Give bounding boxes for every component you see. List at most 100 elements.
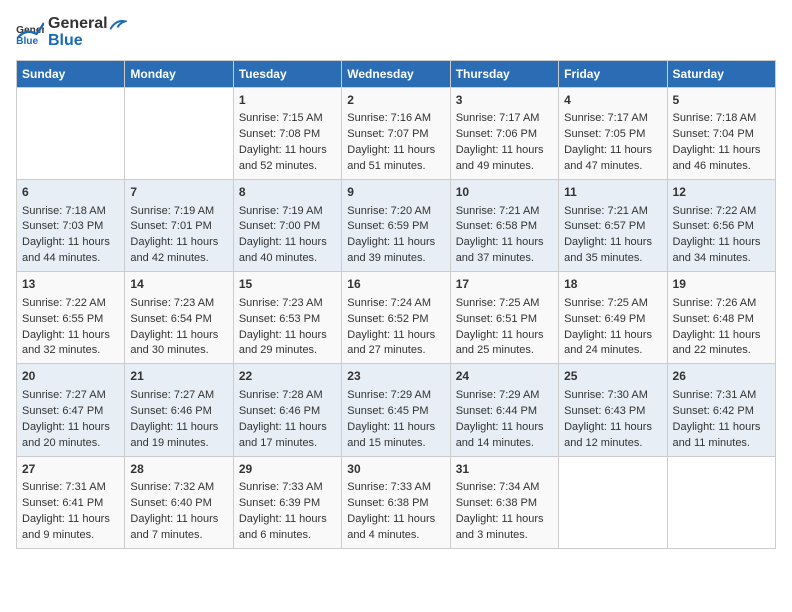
daylight-text: Daylight: 11 hours and 39 minutes.	[347, 235, 444, 267]
day-number: 27	[22, 461, 119, 478]
sunset-text: Sunset: 7:08 PM	[239, 127, 336, 143]
calendar-cell: 19Sunrise: 7:26 AMSunset: 6:48 PMDayligh…	[667, 272, 775, 364]
day-header-sunday: Sunday	[17, 61, 125, 88]
day-number: 13	[22, 276, 119, 293]
daylight-text: Daylight: 11 hours and 35 minutes.	[564, 235, 661, 267]
calendar-cell: 8Sunrise: 7:19 AMSunset: 7:00 PMDaylight…	[233, 180, 341, 272]
sunrise-text: Sunrise: 7:19 AM	[239, 204, 336, 220]
daylight-text: Daylight: 11 hours and 25 minutes.	[456, 328, 553, 360]
daylight-text: Daylight: 11 hours and 46 minutes.	[673, 143, 770, 175]
daylight-text: Daylight: 11 hours and 32 minutes.	[22, 328, 119, 360]
sunset-text: Sunset: 6:58 PM	[456, 219, 553, 235]
sunrise-text: Sunrise: 7:29 AM	[347, 388, 444, 404]
sunrise-text: Sunrise: 7:27 AM	[22, 388, 119, 404]
daylight-text: Daylight: 11 hours and 34 minutes.	[673, 235, 770, 267]
day-header-row: SundayMondayTuesdayWednesdayThursdayFrid…	[17, 61, 776, 88]
sunset-text: Sunset: 7:07 PM	[347, 127, 444, 143]
sunset-text: Sunset: 6:57 PM	[564, 219, 661, 235]
page-header: General Blue General Blue	[16, 16, 776, 50]
sunrise-text: Sunrise: 7:34 AM	[456, 480, 553, 496]
sunset-text: Sunset: 6:46 PM	[130, 404, 227, 420]
daylight-text: Daylight: 11 hours and 9 minutes.	[22, 512, 119, 544]
logo-bird-icon	[109, 17, 127, 31]
day-number: 26	[673, 368, 770, 385]
daylight-text: Daylight: 11 hours and 17 minutes.	[239, 420, 336, 452]
sunset-text: Sunset: 6:39 PM	[239, 496, 336, 512]
sunset-text: Sunset: 6:45 PM	[347, 404, 444, 420]
daylight-text: Daylight: 11 hours and 49 minutes.	[456, 143, 553, 175]
sunrise-text: Sunrise: 7:16 AM	[347, 111, 444, 127]
calendar-cell	[125, 88, 233, 180]
day-number: 4	[564, 92, 661, 109]
sunset-text: Sunset: 6:56 PM	[673, 219, 770, 235]
calendar-cell: 14Sunrise: 7:23 AMSunset: 6:54 PMDayligh…	[125, 272, 233, 364]
sunrise-text: Sunrise: 7:17 AM	[456, 111, 553, 127]
sunrise-text: Sunrise: 7:25 AM	[456, 296, 553, 312]
logo-icon: General Blue	[16, 21, 44, 45]
calendar-cell: 2Sunrise: 7:16 AMSunset: 7:07 PMDaylight…	[342, 88, 450, 180]
day-number: 24	[456, 368, 553, 385]
calendar-cell: 4Sunrise: 7:17 AMSunset: 7:05 PMDaylight…	[559, 88, 667, 180]
calendar-cell: 9Sunrise: 7:20 AMSunset: 6:59 PMDaylight…	[342, 180, 450, 272]
calendar-cell: 16Sunrise: 7:24 AMSunset: 6:52 PMDayligh…	[342, 272, 450, 364]
daylight-text: Daylight: 11 hours and 40 minutes.	[239, 235, 336, 267]
sunset-text: Sunset: 6:38 PM	[456, 496, 553, 512]
calendar-cell: 26 Sunrise: 7:31 AMSunset: 6:42 PMDayligh…	[667, 364, 775, 456]
sunrise-text: Sunrise: 7:18 AM	[22, 204, 119, 220]
sunrise-text: Sunrise: 7:24 AM	[347, 296, 444, 312]
sunrise-text: Sunrise: 7:31 AM	[673, 388, 770, 404]
calendar-cell: 21Sunrise: 7:27 AMSunset: 6:46 PMDayligh…	[125, 364, 233, 456]
sunrise-text: Sunrise: 7:17 AM	[564, 111, 661, 127]
day-number: 19	[673, 276, 770, 293]
calendar-cell: 6Sunrise: 7:18 AMSunset: 7:03 PMDaylight…	[17, 180, 125, 272]
sunset-text: Sunset: 6:55 PM	[22, 312, 119, 328]
daylight-text: Daylight: 11 hours and 52 minutes.	[239, 143, 336, 175]
sunrise-text: Sunrise: 7:22 AM	[673, 204, 770, 220]
day-number: 16	[347, 276, 444, 293]
daylight-text: Daylight: 11 hours and 12 minutes.	[564, 420, 661, 452]
calendar-cell: 23Sunrise: 7:29 AMSunset: 6:45 PMDayligh…	[342, 364, 450, 456]
day-number: 17	[456, 276, 553, 293]
sunset-text: Sunset: 6:59 PM	[347, 219, 444, 235]
calendar-cell: 5Sunrise: 7:18 AMSunset: 7:04 PMDaylight…	[667, 88, 775, 180]
sunrise-text: Sunrise: 7:31 AM	[22, 480, 119, 496]
daylight-text: Daylight: 11 hours and 29 minutes.	[239, 328, 336, 360]
daylight-text: Daylight: 11 hours and 15 minutes.	[347, 420, 444, 452]
sunset-text: Sunset: 6:52 PM	[347, 312, 444, 328]
week-row-1: 1Sunrise: 7:15 AMSunset: 7:08 PMDaylight…	[17, 88, 776, 180]
daylight-text: Daylight: 11 hours and 7 minutes.	[130, 512, 227, 544]
week-row-2: 6Sunrise: 7:18 AMSunset: 7:03 PMDaylight…	[17, 180, 776, 272]
day-number: 22	[239, 368, 336, 385]
sunrise-text: Sunrise: 7:20 AM	[347, 204, 444, 220]
sunset-text: Sunset: 6:44 PM	[456, 404, 553, 420]
day-number: 28	[130, 461, 227, 478]
day-header-saturday: Saturday	[667, 61, 775, 88]
sunrise-text: Sunrise: 7:18 AM	[673, 111, 770, 127]
daylight-text: Daylight: 11 hours and 14 minutes.	[456, 420, 553, 452]
daylight-text: Daylight: 11 hours and 47 minutes.	[564, 143, 661, 175]
sunset-text: Sunset: 6:54 PM	[130, 312, 227, 328]
sunset-text: Sunset: 6:42 PM	[673, 404, 770, 420]
day-number: 25	[564, 368, 661, 385]
sunrise-text: Sunrise: 7:33 AM	[347, 480, 444, 496]
calendar-cell: 3 Sunrise: 7:17 AMSunset: 7:06 PMDaylight…	[450, 88, 558, 180]
sunrise-text: Sunrise: 7:22 AM	[22, 296, 119, 312]
daylight-text: Daylight: 11 hours and 19 minutes.	[130, 420, 227, 452]
day-number: 3	[456, 92, 553, 109]
sunset-text: Sunset: 7:06 PM	[456, 127, 553, 143]
day-header-friday: Friday	[559, 61, 667, 88]
daylight-text: Daylight: 11 hours and 3 minutes.	[456, 512, 553, 544]
logo: General Blue General Blue	[16, 16, 128, 50]
sunrise-text: Sunrise: 7:21 AM	[456, 204, 553, 220]
day-number: 2	[347, 92, 444, 109]
daylight-text: Daylight: 11 hours and 42 minutes.	[130, 235, 227, 267]
calendar-cell: 11Sunrise: 7:21 AMSunset: 6:57 PMDayligh…	[559, 180, 667, 272]
sunrise-text: Sunrise: 7:25 AM	[564, 296, 661, 312]
sunrise-text: Sunrise: 7:27 AM	[130, 388, 227, 404]
daylight-text: Daylight: 11 hours and 11 minutes.	[673, 420, 770, 452]
day-number: 30	[347, 461, 444, 478]
sunrise-text: Sunrise: 7:32 AM	[130, 480, 227, 496]
sunset-text: Sunset: 6:41 PM	[22, 496, 119, 512]
sunset-text: Sunset: 7:04 PM	[673, 127, 770, 143]
daylight-text: Daylight: 11 hours and 44 minutes.	[22, 235, 119, 267]
